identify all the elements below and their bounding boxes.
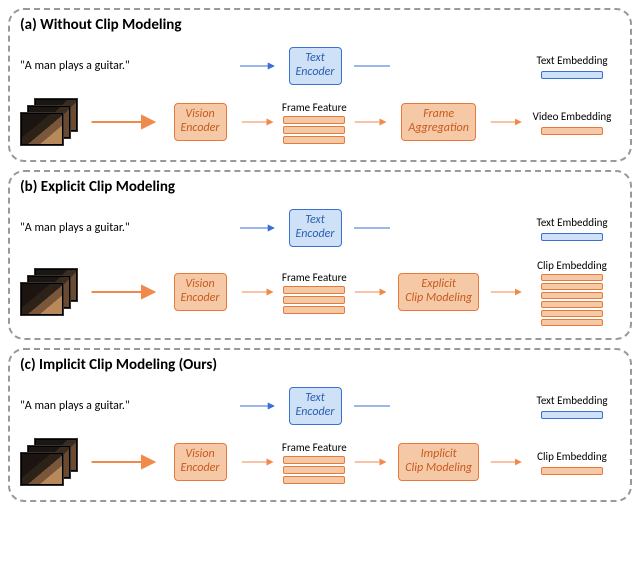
- frame-feature-label: Frame Feature: [282, 101, 347, 114]
- panel-a-video-output: Video Embedding: [524, 110, 620, 135]
- panel-c-title: (c) Implicit Clip Modeling (Ours): [20, 356, 620, 374]
- video-embedding-bars: [541, 127, 603, 135]
- panel-a-video-frames: [20, 98, 160, 146]
- clip-embedding-bars: [541, 467, 603, 475]
- implicit-clip-modeling-box: ImplicitClip Modeling: [398, 443, 479, 481]
- frame-feature-bars: [283, 286, 345, 314]
- clip-embedding-bars: [541, 274, 603, 326]
- panel-b-text-row: "A man plays a guitar." TextEncoder Text…: [20, 200, 620, 256]
- panel-c: (c) Implicit Clip Modeling (Ours) "A man…: [8, 348, 632, 502]
- vision-encoder-box: VisionEncoder: [174, 273, 227, 311]
- text-embedding-label: Text Embedding: [536, 216, 607, 229]
- panel-a-vision-encoder: VisionEncoder: [160, 103, 240, 141]
- clip-embedding-label: Clip Embedding: [537, 450, 607, 463]
- panel-a-frame-feature: Frame Feature: [275, 101, 353, 144]
- panel-b-title: (b) Explicit Clip Modeling: [20, 178, 620, 196]
- arrow-orange: [353, 284, 388, 300]
- arrow-blue: [354, 220, 390, 236]
- panel-b-video-output: Clip Embedding: [524, 259, 620, 326]
- panel-c-video-output: Clip Embedding: [524, 450, 620, 475]
- text-encoder-box: TextEncoder: [289, 209, 342, 247]
- text-embedding-bar: [541, 233, 603, 241]
- panel-c-input-text: "A man plays a guitar.": [20, 399, 160, 413]
- panel-a-text-encoder-slot: TextEncoder: [276, 47, 354, 85]
- text-encoder-box: TextEncoder: [289, 387, 342, 425]
- panel-a-text-row: "A man plays a guitar." TextEncoder Text…: [20, 38, 620, 94]
- panel-a-input-text: "A man plays a guitar.": [20, 59, 160, 73]
- arrow-orange: [353, 114, 388, 130]
- arrow-blue: [354, 398, 390, 414]
- arrow-blue: [240, 220, 276, 236]
- video-frames-icon: [20, 268, 84, 316]
- arrow-orange: [84, 284, 160, 300]
- panel-b: (b) Explicit Clip Modeling "A man plays …: [8, 170, 632, 340]
- text-embedding-label: Text Embedding: [536, 394, 607, 407]
- text-encoder-box: TextEncoder: [289, 47, 342, 85]
- arrow-orange: [353, 454, 388, 470]
- explicit-clip-modeling-box: ExplicitClip Modeling: [398, 273, 479, 311]
- text-embedding-label: Text Embedding: [536, 54, 607, 67]
- panel-c-text-output: Text Embedding: [524, 394, 620, 419]
- panel-c-text-row: "A man plays a guitar." TextEncoder Text…: [20, 378, 620, 434]
- arrow-orange: [489, 284, 524, 300]
- panel-a-processor: FrameAggregation: [389, 103, 489, 141]
- panel-b-video-row: VisionEncoder Frame Feature ExplicitClip…: [20, 256, 620, 328]
- frame-feature-bars: [283, 116, 345, 144]
- arrow-blue: [240, 398, 276, 414]
- vision-encoder-box: VisionEncoder: [174, 103, 227, 141]
- text-embedding-bar: [541, 411, 603, 419]
- panel-a: (a) Without Clip Modeling "A man plays a…: [8, 8, 632, 162]
- arrow-orange: [84, 114, 160, 130]
- frame-aggregation-box: FrameAggregation: [401, 103, 475, 141]
- video-frames-icon: [20, 438, 84, 486]
- panel-a-title: (a) Without Clip Modeling: [20, 16, 620, 34]
- arrow-blue: [240, 58, 276, 74]
- panel-a-text-output: Text Embedding: [524, 54, 620, 79]
- vision-encoder-box: VisionEncoder: [174, 443, 227, 481]
- clip-embedding-label: Clip Embedding: [537, 259, 607, 272]
- panel-b-text-output: Text Embedding: [524, 216, 620, 241]
- text-embedding-bar: [541, 71, 603, 79]
- frame-feature-bars: [283, 456, 345, 484]
- arrow-orange: [240, 114, 275, 130]
- frame-feature-label: Frame Feature: [282, 441, 347, 454]
- panel-a-video-row: VisionEncoder Frame Feature FrameAggrega…: [20, 94, 620, 150]
- video-frames-icon: [20, 98, 84, 146]
- panel-b-input-text: "A man plays a guitar.": [20, 221, 160, 235]
- arrow-orange: [240, 284, 275, 300]
- arrow-blue: [354, 58, 390, 74]
- arrow-orange: [489, 454, 524, 470]
- arrow-orange: [84, 454, 160, 470]
- frame-feature-label: Frame Feature: [282, 271, 347, 284]
- arrow-orange: [489, 114, 524, 130]
- panel-c-video-row: VisionEncoder Frame Feature ImplicitClip…: [20, 434, 620, 490]
- arrow-orange: [240, 454, 275, 470]
- video-embedding-label: Video Embedding: [533, 110, 612, 123]
